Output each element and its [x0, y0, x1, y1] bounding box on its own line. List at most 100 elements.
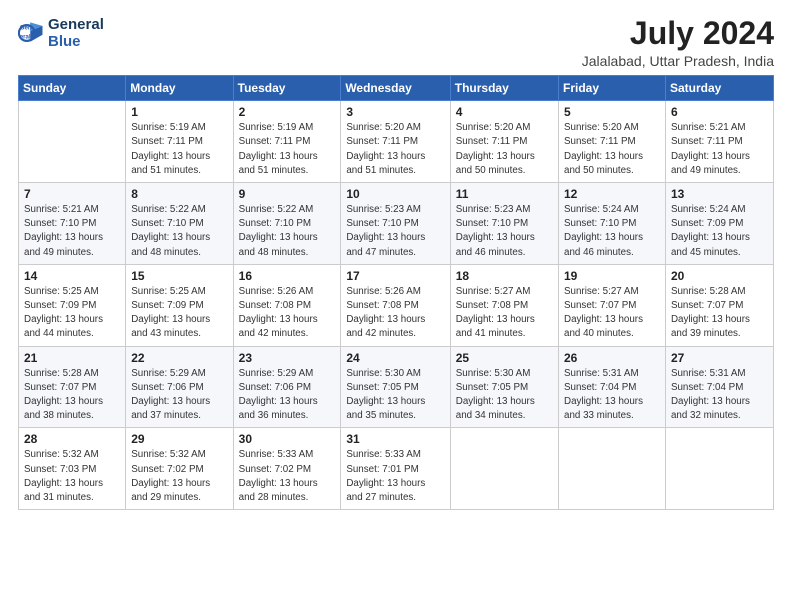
day-header-monday: Monday — [126, 76, 233, 101]
day-info: Sunrise: 5:21 AM Sunset: 7:10 PM Dayligh… — [24, 203, 120, 260]
svg-text:eral: eral — [20, 34, 31, 41]
day-number: 30 — [239, 432, 336, 446]
calendar-cell: 24 Sunrise: 5:30 AM Sunset: 7:05 PM Dayli… — [341, 346, 450, 428]
calendar-cell: 13 Sunrise: 5:24 AM Sunset: 7:09 PM Dayli… — [665, 183, 773, 265]
day-number: 26 — [564, 351, 660, 365]
day-info: Sunrise: 5:30 AM Sunset: 7:05 PM Dayligh… — [346, 367, 444, 424]
day-info: Sunrise: 5:24 AM Sunset: 7:10 PM Dayligh… — [564, 203, 660, 260]
logo: Gen eral General Blue — [18, 16, 104, 51]
day-info: Sunrise: 5:28 AM Sunset: 7:07 PM Dayligh… — [24, 367, 120, 424]
calendar-header: SundayMondayTuesdayWednesdayThursdayFrid… — [19, 76, 774, 101]
calendar-cell: 28 Sunrise: 5:32 AM Sunset: 7:03 PM Dayli… — [19, 428, 126, 510]
week-row-4: 21 Sunrise: 5:28 AM Sunset: 7:07 PM Dayli… — [19, 346, 774, 428]
calendar-cell: 17 Sunrise: 5:26 AM Sunset: 7:08 PM Dayli… — [341, 264, 450, 346]
day-info: Sunrise: 5:24 AM Sunset: 7:09 PM Dayligh… — [671, 203, 768, 260]
day-info: Sunrise: 5:20 AM Sunset: 7:11 PM Dayligh… — [346, 121, 444, 178]
day-header-tuesday: Tuesday — [233, 76, 341, 101]
week-row-3: 14 Sunrise: 5:25 AM Sunset: 7:09 PM Dayli… — [19, 264, 774, 346]
page: Gen eral General Blue July 2024 Jalalaba… — [0, 0, 792, 612]
calendar-cell: 2Sunrise: 5:19 AM Sunset: 7:11 PM Daylig… — [233, 101, 341, 183]
day-number: 19 — [564, 269, 660, 283]
day-number: 20 — [671, 269, 768, 283]
day-number: 11 — [456, 187, 553, 201]
day-info: Sunrise: 5:33 AM Sunset: 7:02 PM Dayligh… — [239, 448, 336, 505]
calendar-cell: 22 Sunrise: 5:29 AM Sunset: 7:06 PM Dayli… — [126, 346, 233, 428]
day-header-saturday: Saturday — [665, 76, 773, 101]
day-info: Sunrise: 5:19 AM Sunset: 7:11 PM Dayligh… — [239, 121, 336, 178]
day-number: 22 — [131, 351, 227, 365]
day-info: Sunrise: 5:29 AM Sunset: 7:06 PM Dayligh… — [239, 367, 336, 424]
calendar-cell: 12Sunrise: 5:24 AM Sunset: 7:10 PM Dayli… — [559, 183, 666, 265]
calendar-cell: 23Sunrise: 5:29 AM Sunset: 7:06 PM Dayli… — [233, 346, 341, 428]
day-header-thursday: Thursday — [450, 76, 558, 101]
day-info: Sunrise: 5:27 AM Sunset: 7:08 PM Dayligh… — [456, 285, 553, 342]
calendar-cell: 15 Sunrise: 5:25 AM Sunset: 7:09 PM Dayli… — [126, 264, 233, 346]
day-info: Sunrise: 5:25 AM Sunset: 7:09 PM Dayligh… — [131, 285, 227, 342]
day-info: Sunrise: 5:31 AM Sunset: 7:04 PM Dayligh… — [671, 367, 768, 424]
day-number: 24 — [346, 351, 444, 365]
calendar-cell — [665, 428, 773, 510]
day-number: 17 — [346, 269, 444, 283]
svg-text:Gen: Gen — [20, 25, 32, 32]
calendar-cell: 26 Sunrise: 5:31 AM Sunset: 7:04 PM Dayli… — [559, 346, 666, 428]
day-number: 18 — [456, 269, 553, 283]
calendar-cell: 3Sunrise: 5:20 AM Sunset: 7:11 PM Daylig… — [341, 101, 450, 183]
day-number: 6 — [671, 105, 768, 119]
day-info: Sunrise: 5:31 AM Sunset: 7:04 PM Dayligh… — [564, 367, 660, 424]
day-info: Sunrise: 5:26 AM Sunset: 7:08 PM Dayligh… — [239, 285, 336, 342]
calendar-cell: 9 Sunrise: 5:22 AM Sunset: 7:10 PM Daylig… — [233, 183, 341, 265]
month-year: July 2024 — [582, 16, 774, 51]
day-number: 10 — [346, 187, 444, 201]
day-number: 7 — [24, 187, 120, 201]
calendar-cell — [450, 428, 558, 510]
calendar-cell: 30 Sunrise: 5:33 AM Sunset: 7:02 PM Dayli… — [233, 428, 341, 510]
day-info: Sunrise: 5:19 AM Sunset: 7:11 PM Dayligh… — [131, 121, 227, 178]
calendar-cell: 16 Sunrise: 5:26 AM Sunset: 7:08 PM Dayli… — [233, 264, 341, 346]
week-row-2: 7 Sunrise: 5:21 AM Sunset: 7:10 PM Daylig… — [19, 183, 774, 265]
day-number: 9 — [239, 187, 336, 201]
day-header-sunday: Sunday — [19, 76, 126, 101]
calendar-cell: 25Sunrise: 5:30 AM Sunset: 7:05 PM Dayli… — [450, 346, 558, 428]
calendar-cell: 4 Sunrise: 5:20 AM Sunset: 7:11 PM Daylig… — [450, 101, 558, 183]
day-number: 29 — [131, 432, 227, 446]
day-number: 13 — [671, 187, 768, 201]
calendar-cell: 8Sunrise: 5:22 AM Sunset: 7:10 PM Daylig… — [126, 183, 233, 265]
day-number: 4 — [456, 105, 553, 119]
day-info: Sunrise: 5:23 AM Sunset: 7:10 PM Dayligh… — [456, 203, 553, 260]
calendar-cell: 5Sunrise: 5:20 AM Sunset: 7:11 PM Daylig… — [559, 101, 666, 183]
calendar-cell: 1Sunrise: 5:19 AM Sunset: 7:11 PM Daylig… — [126, 101, 233, 183]
day-info: Sunrise: 5:32 AM Sunset: 7:03 PM Dayligh… — [24, 448, 120, 505]
day-info: Sunrise: 5:33 AM Sunset: 7:01 PM Dayligh… — [346, 448, 444, 505]
calendar-cell: 6 Sunrise: 5:21 AM Sunset: 7:11 PM Daylig… — [665, 101, 773, 183]
day-info: Sunrise: 5:20 AM Sunset: 7:11 PM Dayligh… — [456, 121, 553, 178]
calendar-cell: 10Sunrise: 5:23 AM Sunset: 7:10 PM Dayli… — [341, 183, 450, 265]
location: Jalalabad, Uttar Pradesh, India — [582, 53, 774, 69]
logo-text: General Blue — [48, 16, 104, 51]
day-number: 16 — [239, 269, 336, 283]
day-info: Sunrise: 5:21 AM Sunset: 7:11 PM Dayligh… — [671, 121, 768, 178]
day-number: 21 — [24, 351, 120, 365]
day-number: 15 — [131, 269, 227, 283]
day-info: Sunrise: 5:22 AM Sunset: 7:10 PM Dayligh… — [239, 203, 336, 260]
calendar-cell: 21 Sunrise: 5:28 AM Sunset: 7:07 PM Dayli… — [19, 346, 126, 428]
day-header-friday: Friday — [559, 76, 666, 101]
title-block: July 2024 Jalalabad, Uttar Pradesh, Indi… — [582, 16, 774, 69]
day-info: Sunrise: 5:25 AM Sunset: 7:09 PM Dayligh… — [24, 285, 120, 342]
day-info: Sunrise: 5:22 AM Sunset: 7:10 PM Dayligh… — [131, 203, 227, 260]
day-number: 28 — [24, 432, 120, 446]
calendar-cell: 19Sunrise: 5:27 AM Sunset: 7:07 PM Dayli… — [559, 264, 666, 346]
day-number: 27 — [671, 351, 768, 365]
calendar-cell — [19, 101, 126, 183]
header: Gen eral General Blue July 2024 Jalalaba… — [18, 16, 774, 69]
header-row: SundayMondayTuesdayWednesdayThursdayFrid… — [19, 76, 774, 101]
calendar-cell: 31 Sunrise: 5:33 AM Sunset: 7:01 PM Dayli… — [341, 428, 450, 510]
day-info: Sunrise: 5:30 AM Sunset: 7:05 PM Dayligh… — [456, 367, 553, 424]
calendar-cell: 18 Sunrise: 5:27 AM Sunset: 7:08 PM Dayli… — [450, 264, 558, 346]
day-number: 31 — [346, 432, 444, 446]
calendar-table: SundayMondayTuesdayWednesdayThursdayFrid… — [18, 75, 774, 510]
day-number: 14 — [24, 269, 120, 283]
day-info: Sunrise: 5:26 AM Sunset: 7:08 PM Dayligh… — [346, 285, 444, 342]
day-number: 5 — [564, 105, 660, 119]
calendar-cell: 11 Sunrise: 5:23 AM Sunset: 7:10 PM Dayli… — [450, 183, 558, 265]
day-info: Sunrise: 5:29 AM Sunset: 7:06 PM Dayligh… — [131, 367, 227, 424]
